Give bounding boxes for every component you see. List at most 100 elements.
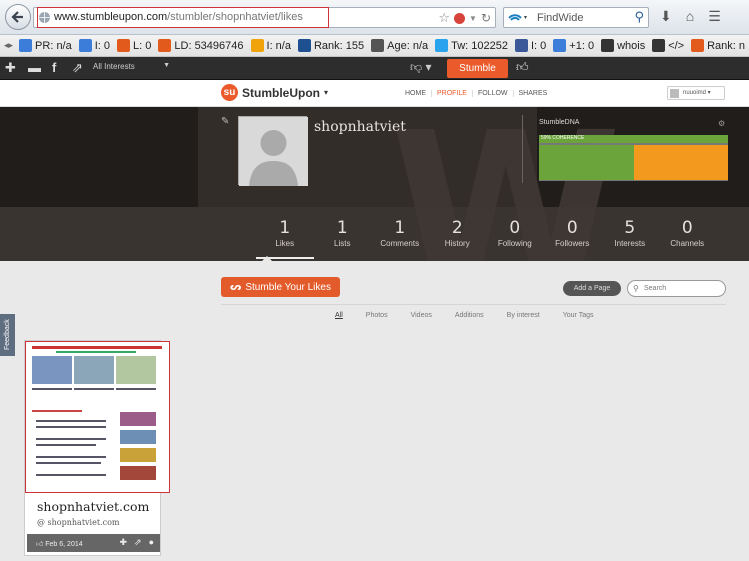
plus-icon[interactable]: ✚ bbox=[5, 60, 16, 76]
seo-item[interactable]: I: n/a bbox=[250, 39, 291, 52]
seo-item[interactable]: I: 0 bbox=[78, 39, 110, 52]
nav-item-shares[interactable]: SHARES bbox=[514, 90, 553, 97]
seo-item-label: whois bbox=[617, 39, 646, 52]
alexa-icon bbox=[297, 39, 311, 52]
seo-item[interactable]: Age: n/a bbox=[371, 39, 428, 52]
seo-item[interactable]: </> bbox=[652, 39, 684, 52]
facebook-icon[interactable]: f bbox=[52, 60, 56, 75]
card-date: 👍︎ Feb 6, 2014 bbox=[36, 541, 83, 548]
seo-item-label: +1: 0 bbox=[569, 39, 595, 52]
search-placeholder: FindWide bbox=[537, 12, 584, 24]
twitter-icon bbox=[435, 39, 449, 52]
filter-photos[interactable]: Photos bbox=[366, 312, 388, 319]
url-bar[interactable]: www.stumbleupon.com/stumbler/shopnhatvie… bbox=[33, 7, 496, 28]
profile-avatar[interactable] bbox=[238, 116, 308, 186]
add-page-button[interactable]: Add a Page bbox=[563, 281, 621, 296]
archive-icon bbox=[371, 39, 385, 52]
likes-search-input[interactable]: ⚲ Search bbox=[627, 280, 726, 297]
stumbledna-label: StumbleDNA bbox=[539, 119, 580, 126]
facebook-icon bbox=[515, 39, 528, 52]
feedback-tab[interactable]: Feedback bbox=[0, 314, 15, 356]
share-icon[interactable]: ⇗ bbox=[72, 60, 83, 76]
stat-comments[interactable]: 1 Comments bbox=[371, 219, 429, 259]
seo-item[interactable]: Tw: 102252 bbox=[435, 39, 508, 52]
stat-interests[interactable]: 5 Interests bbox=[601, 219, 659, 259]
toolbar-grip-icon[interactable]: ◂▸ bbox=[4, 40, 13, 51]
stop-icon[interactable] bbox=[454, 12, 466, 24]
stat-label: Comments bbox=[380, 239, 420, 248]
seo-item[interactable]: LD: 53496746 bbox=[158, 39, 244, 52]
reload-icon[interactable]: ↻ bbox=[481, 11, 491, 25]
download-icon[interactable]: ⬇ bbox=[660, 8, 672, 25]
comment-icon[interactable]: ▬ bbox=[28, 60, 41, 75]
nav-right-buttons: ⬇ ⌂ ☰ bbox=[660, 8, 721, 25]
stat-lists[interactable]: 1 Lists bbox=[314, 219, 372, 259]
seo-item[interactable]: whois bbox=[601, 39, 645, 52]
gear-icon[interactable]: ⚙ bbox=[718, 119, 725, 128]
seo-item-label: Tw: 102252 bbox=[451, 39, 508, 52]
dropdown-icon[interactable]: ▼ bbox=[469, 14, 477, 23]
menu-icon[interactable]: ☰ bbox=[708, 8, 721, 25]
user-menu[interactable]: nuuoimd ▾ bbox=[667, 86, 725, 100]
back-button[interactable] bbox=[5, 4, 31, 30]
default-user-icon bbox=[239, 117, 308, 186]
seo-item[interactable]: I: 0 bbox=[515, 39, 546, 52]
profile-banner: W ✎ shopnhatviet StumbleDNA ⚙ 59% COHERE… bbox=[0, 107, 749, 261]
seo-item[interactable]: Rank: 155 bbox=[297, 39, 365, 52]
seo-item-label: Rank: 155 bbox=[313, 39, 365, 52]
chevron-down-icon: ▼ bbox=[163, 62, 170, 69]
seo-item-label: I: 0 bbox=[531, 39, 547, 52]
search-box[interactable]: FindWide ⚲ bbox=[503, 7, 649, 28]
stat-followers[interactable]: 0 Followers bbox=[544, 219, 602, 259]
url-text: www.stumbleupon.com/stumbler/shopnhatvie… bbox=[54, 11, 303, 23]
stumble-your-likes-button[interactable]: ᔕ Stumble Your Likes bbox=[221, 277, 340, 297]
page-thumbnail[interactable] bbox=[25, 341, 170, 493]
nav-item-profile[interactable]: PROFILE bbox=[432, 90, 473, 97]
stat-following[interactable]: 0 Following bbox=[486, 219, 544, 259]
nav-item-home[interactable]: HOME bbox=[400, 90, 432, 97]
likes-filters: All Photos Videos Additions By interest Your … bbox=[335, 312, 616, 319]
stumbledna-chart[interactable]: 59% COHERENCE bbox=[539, 135, 728, 181]
filter-videos[interactable]: Videos bbox=[411, 312, 432, 319]
url-icons: ☆ ▼ ↻ bbox=[438, 10, 491, 26]
stat-label: History bbox=[444, 239, 470, 248]
thumbs-down-icon[interactable]: 👎︎ ▾ bbox=[410, 60, 432, 75]
avatar bbox=[670, 89, 679, 98]
liked-page-card[interactable]: shopnhatviet.com @ shopnhatviet.com 👍︎ F… bbox=[24, 340, 170, 556]
seo-item-label: Rank: n bbox=[707, 39, 746, 52]
magnifier-icon[interactable]: ⚲ bbox=[634, 9, 644, 25]
filter-by-interest[interactable]: By interest bbox=[507, 312, 540, 319]
seo-item-label: LD: 53496746 bbox=[174, 39, 244, 52]
add-icon[interactable]: ✚ bbox=[119, 537, 127, 548]
share-icon[interactable]: ⇗ bbox=[134, 537, 142, 548]
seo-item[interactable]: Rank: n bbox=[691, 39, 745, 52]
filter-all[interactable]: All bbox=[335, 312, 343, 319]
su-logo-icon: su bbox=[221, 84, 238, 101]
stat-label: Interests bbox=[614, 239, 646, 248]
stumble-button[interactable]: Stumble bbox=[447, 59, 508, 78]
filter-your-tags[interactable]: Your Tags bbox=[563, 312, 594, 319]
globe-icon bbox=[39, 12, 50, 23]
home-icon[interactable]: ⌂ bbox=[686, 8, 694, 25]
thumbs-up-icon[interactable]: 👍︎ bbox=[516, 60, 529, 75]
stat-channels[interactable]: 0 Channels bbox=[659, 219, 717, 259]
stat-count: 0 bbox=[509, 218, 521, 238]
stat-history[interactable]: 2 History bbox=[429, 219, 487, 259]
yahoo-icon bbox=[117, 39, 131, 52]
browser-navbar: www.stumbleupon.com/stumbler/shopnhatvie… bbox=[0, 0, 749, 35]
seo-item-label: I: n/a bbox=[266, 39, 291, 52]
su-logo[interactable]: su StumbleUpon ▾ bbox=[221, 84, 328, 101]
stat-likes[interactable]: 1 Likes bbox=[256, 219, 314, 259]
filter-additions[interactable]: Additions bbox=[455, 312, 484, 319]
card-title[interactable]: shopnhatviet.com bbox=[37, 499, 149, 514]
star-icon[interactable]: ☆ bbox=[438, 10, 450, 26]
back-arrow-icon bbox=[11, 11, 23, 23]
nav-item-follow[interactable]: FOLLOW bbox=[473, 90, 514, 97]
seo-item[interactable]: L: 0 bbox=[117, 39, 151, 52]
seo-item[interactable]: PR: n/a bbox=[19, 39, 72, 52]
google-icon bbox=[19, 39, 33, 52]
comment-icon[interactable]: ● bbox=[149, 537, 154, 548]
pencil-icon[interactable]: ✎ bbox=[221, 116, 229, 127]
interests-select[interactable]: All Interests ▼ bbox=[93, 62, 170, 71]
seo-item[interactable]: +1: 0 bbox=[553, 39, 594, 52]
